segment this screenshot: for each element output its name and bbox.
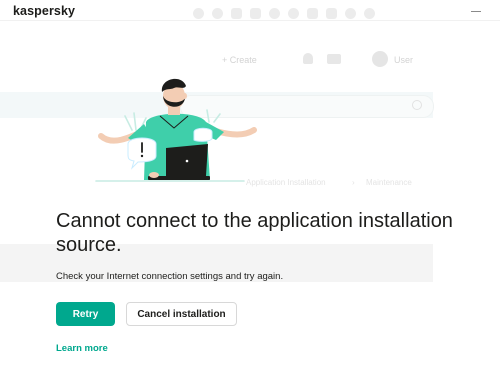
kaspersky-logo: kaspersky xyxy=(13,4,76,18)
minimize-icon[interactable] xyxy=(469,4,483,18)
error-description: Check your Internet connection settings … xyxy=(56,271,284,282)
background-crumb-separator: › xyxy=(352,178,355,187)
background-avatar xyxy=(372,51,388,67)
background-create: + Create xyxy=(222,55,257,65)
learn-more-link[interactable]: Learn more xyxy=(56,343,108,354)
background-mail-icon xyxy=(327,54,341,64)
background-page: + Create User Application Installation ›… xyxy=(0,0,500,388)
background-toolbar xyxy=(193,8,375,19)
background-crumb: Maintenance xyxy=(366,178,412,187)
person-laptop-illustration xyxy=(95,78,257,182)
titlebar-divider xyxy=(0,20,500,21)
background-search-icon xyxy=(412,100,422,110)
background-bell-icon xyxy=(303,53,313,64)
background-user: User xyxy=(394,55,414,65)
retry-button[interactable]: Retry xyxy=(56,302,115,326)
error-title: Cannot connect to the application instal… xyxy=(56,210,453,256)
cancel-installation-button[interactable]: Cancel installation xyxy=(126,302,237,326)
